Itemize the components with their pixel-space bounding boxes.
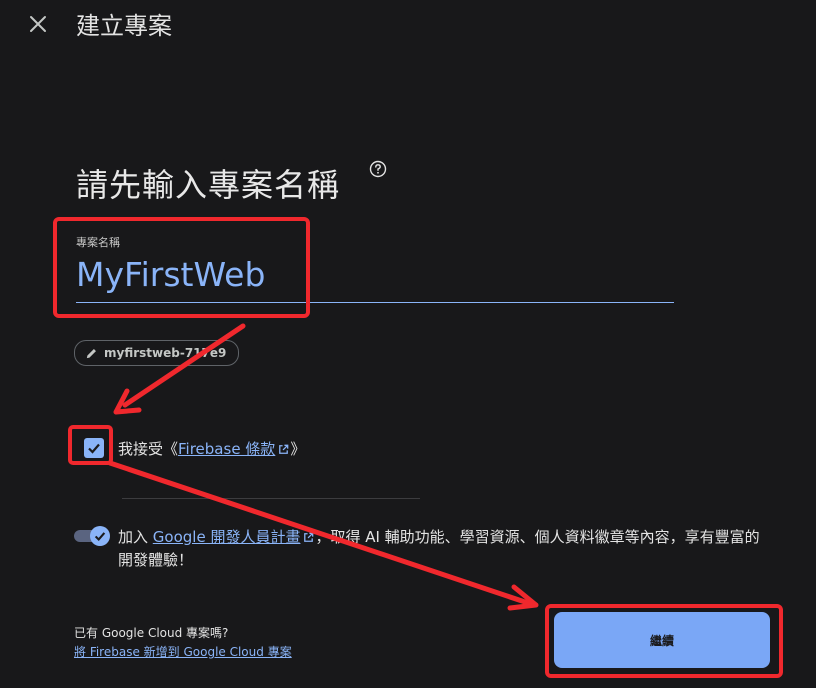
project-name-field[interactable]: 專案名稱 [76,224,674,303]
continue-button[interactable]: 繼續 [554,612,770,668]
external-link-icon [304,532,314,542]
arrow-to-checkbox [113,323,246,415]
page-heading: 請先輸入專案名稱 [76,166,341,204]
developer-program-prefix: 加入 [118,528,153,546]
divider [122,498,420,499]
close-icon [30,16,46,32]
developer-program-link-text: Google 開發人員計畫 [152,528,301,546]
developer-program-label: 加入 Google 開發人員計畫 ，取得 AI 輔助功能、學習資源、個人資料徽章… [118,526,770,572]
add-firebase-to-cloud-link[interactable]: 將 Firebase 新增到 Google Cloud 專案 [74,643,292,660]
close-button[interactable] [24,10,52,38]
project-id-text: myfirstweb-717e9 [104,346,227,360]
terms-suffix: 》 [290,440,306,458]
firebase-terms-link[interactable]: Firebase 條款 [178,440,290,458]
external-link-icon [279,444,289,454]
header-title: 建立專案 [76,12,172,40]
terms-prefix: 我接受《 [118,440,179,458]
checkmark-icon [94,532,106,542]
developer-program-toggle[interactable] [74,526,110,546]
help-circle-icon[interactable] [369,160,387,178]
toggle-knob [90,526,110,546]
project-id-chip[interactable]: myfirstweb-717e9 [74,340,240,366]
firebase-terms-link-text: Firebase 條款 [178,440,276,458]
developer-program-link[interactable]: Google 開發人員計畫 [153,528,316,546]
pencil-icon [86,348,96,358]
project-name-input[interactable] [76,252,666,296]
project-name-label: 專案名稱 [76,236,120,249]
cloud-project-question: 已有 Google Cloud 專案嗎? [74,626,229,640]
terms-checkbox[interactable] [84,438,104,458]
terms-label: 我接受《Firebase 條款 》 [118,438,305,459]
checkmark-icon [88,443,100,454]
